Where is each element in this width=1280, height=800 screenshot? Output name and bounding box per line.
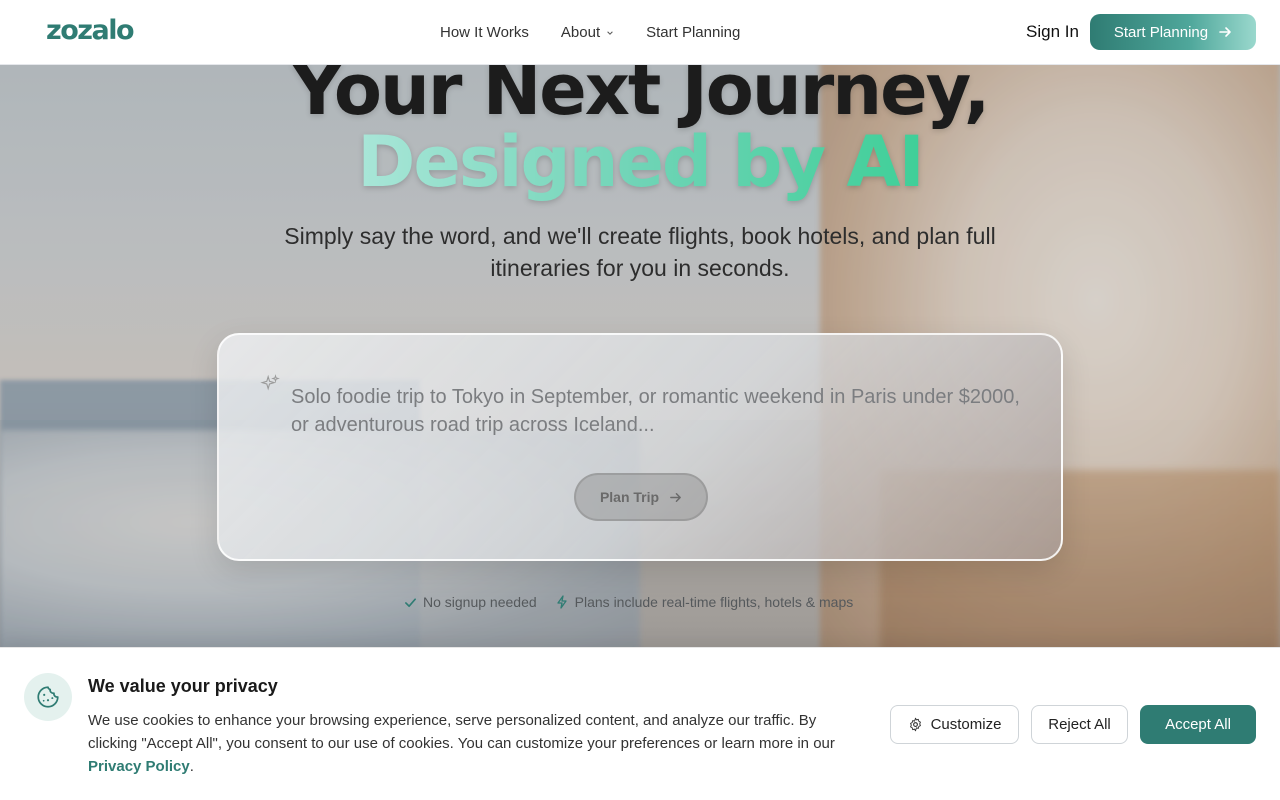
check-icon [405,597,416,607]
nav-how-it-works[interactable]: How It Works [440,24,529,41]
trip-prompt-card: Solo foodie trip to Tokyo in September, … [217,333,1063,561]
nav-label: About [560,24,601,41]
plan-trip-button[interactable]: Plan Trip [574,473,708,521]
nav-start-planning[interactable]: Start Planning [646,24,740,41]
main-nav: How It Works About Start Planning [440,0,740,65]
chevron-down-icon [607,30,613,35]
sparkles-icon [260,374,280,391]
accept-all-button[interactable]: Accept All [1140,705,1256,744]
nav-about[interactable]: About [561,24,614,41]
trust-badges: No signup needed Plans include real-time… [404,594,853,610]
button-label: Accept All [1165,716,1231,733]
trust-text: Plans include real-time flights, hotels … [574,594,854,610]
trust-item: Plans include real-time flights, hotels … [555,594,854,610]
customize-button[interactable]: Customize [890,705,1019,744]
button-label: Customize [930,716,1002,733]
cookie-icon [37,686,59,708]
trip-prompt-input[interactable]: Solo foodie trip to Tokyo in September, … [291,383,1021,439]
arrow-right-icon [670,492,681,502]
arrow-right-icon [1219,27,1231,37]
cookie-body-text: We use cookies to enhance your browsing … [88,712,835,752]
trust-text: No signup needed [423,594,537,610]
privacy-policy-link[interactable]: Privacy Policy [88,758,190,775]
sign-in-link[interactable]: Sign In [1026,22,1079,42]
start-planning-button[interactable]: Start Planning [1090,14,1256,50]
button-label: Start Planning [1113,23,1209,41]
cookie-description: We use cookies to enhance your browsing … [88,712,835,775]
hero-title-highlight: Designed by AI [357,121,924,203]
cookie-title: We value your privacy [88,676,278,696]
button-label: Reject All [1048,716,1111,733]
hero-title-line2: Designed by AI [0,122,1280,202]
trust-item: No signup needed [404,594,537,610]
cookie-badge [24,673,72,721]
gear-icon [909,717,921,732]
bolt-icon [557,595,567,609]
reject-all-button[interactable]: Reject All [1031,705,1128,744]
nav-label: How It Works [440,24,529,41]
cookie-banner: We value your privacy We use cookies to … [0,647,1280,800]
nav-label: Start Planning [646,24,741,41]
button-label: Plan Trip [599,489,660,505]
site-header: zozalo How It Works About Start Planning… [0,0,1280,65]
hero-subtitle: Simply say the word, and we'll create fl… [284,223,996,281]
logo[interactable]: zozalo [46,15,135,46]
